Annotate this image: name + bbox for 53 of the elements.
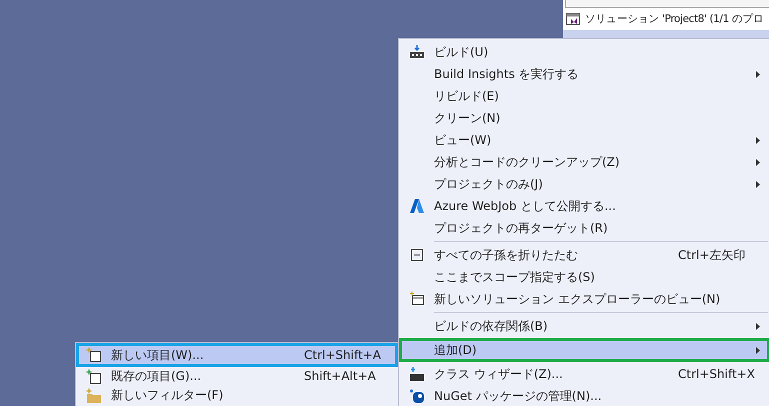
build-icon bbox=[408, 44, 424, 60]
menu-item[interactable]: すべての子孫を折りたたむ Ctrl+左矢印 bbox=[399, 244, 769, 266]
tree-item[interactable]: ソリューション 'Project8' (1/1 のプロ bbox=[563, 8, 769, 30]
menu-item[interactable]: プロジェクトのみ(J) bbox=[399, 173, 769, 195]
menu-item-label: 新しいフィルター(F) bbox=[111, 387, 224, 404]
menu-item[interactable]: ビュー(W) bbox=[399, 129, 769, 151]
menu-item-label: クラス ウィザード(Z)... bbox=[434, 366, 564, 382]
folder-icon bbox=[86, 388, 102, 404]
menu-item[interactable]: 追加(D) bbox=[399, 338, 769, 362]
solution-label: ソリューション 'Project8' (1/1 のプロ bbox=[585, 12, 764, 26]
menu-item-label: ビュー(W) bbox=[434, 132, 492, 148]
menu-item-label: Build Insights を実行する bbox=[434, 66, 580, 82]
new-window-icon bbox=[408, 291, 424, 307]
menu-item[interactable]: 新しいフィルター(F) bbox=[76, 386, 398, 405]
menu-item-label: NuGet パッケージの管理(N)... bbox=[434, 388, 603, 404]
menu-item[interactable]: Build Insights を実行する bbox=[399, 63, 769, 85]
shortcut-label: Shift+Alt+A bbox=[304, 369, 377, 384]
menu-item-label: すべての子孫を折りたたむ bbox=[434, 246, 579, 264]
menu-item[interactable]: 分析とコードのクリーンアップ(Z) bbox=[399, 151, 769, 173]
menu-item[interactable]: 新しい項目(W)... Ctrl+Shift+A bbox=[76, 343, 398, 367]
shortcut-label: Ctrl+Shift+X bbox=[678, 366, 756, 382]
menu-item-label: 分析とコードのクリーンアップ(Z) bbox=[434, 154, 621, 170]
class-wizard-icon bbox=[408, 366, 424, 382]
azure-logo-icon bbox=[408, 198, 424, 214]
menu-item[interactable]: クラス ウィザード(Z)... Ctrl+Shift+X bbox=[399, 363, 769, 385]
collapse-icon bbox=[408, 247, 424, 263]
menu-item[interactable]: Azure WebJob として公開する... bbox=[399, 195, 769, 217]
shortcut-label: Ctrl+Shift+A bbox=[304, 348, 382, 362]
menu-item[interactable]: NuGet パッケージの管理(N)... bbox=[399, 385, 769, 406]
menu-item-label: 新しい項目(W)... bbox=[111, 346, 205, 364]
menu-item[interactable]: リビルド(E) bbox=[399, 85, 769, 107]
menu-item-label: 新しいソリューション エクスプローラーのビュー(N) bbox=[434, 290, 722, 308]
menu-item[interactable]: ビルド(U) bbox=[399, 41, 769, 63]
menu-item[interactable]: ビルドの依存関係(B) bbox=[399, 315, 769, 337]
menu-item-label: ここまでスコープ指定する(S) bbox=[434, 268, 596, 286]
menu-item-label: Azure WebJob として公開する... bbox=[434, 198, 617, 214]
nuget-icon bbox=[408, 388, 424, 404]
menu-item-label: リビルド(E) bbox=[434, 88, 500, 104]
menu-item[interactable]: ここまでスコープ指定する(S) bbox=[399, 266, 769, 288]
menu-item-label: プロジェクトのみ(J) bbox=[434, 176, 544, 192]
menu-item-label: 追加(D) bbox=[434, 342, 478, 358]
menu-item-label: ビルド(U) bbox=[434, 44, 490, 60]
menu-item-label: クリーン(N) bbox=[434, 110, 502, 126]
shortcut-label: Ctrl+左矢印 bbox=[678, 248, 746, 262]
new-item-icon bbox=[86, 347, 102, 363]
menu-item[interactable]: 既存の項目(G)... Shift+Alt+A bbox=[76, 367, 398, 386]
menu-item[interactable]: 新しいソリューション エクスプローラーのビュー(N) bbox=[399, 288, 769, 310]
menu-item[interactable]: プロジェクトの再ターゲット(R) bbox=[399, 217, 769, 239]
menu-item[interactable]: クリーン(N) bbox=[399, 107, 769, 129]
existing-item-icon bbox=[86, 368, 102, 384]
menu-item-label: ビルドの依存関係(B) bbox=[434, 318, 549, 334]
menu-item-label: プロジェクトの再ターゲット(R) bbox=[434, 220, 609, 236]
menu-item-label: 既存の項目(G)... bbox=[111, 368, 202, 385]
